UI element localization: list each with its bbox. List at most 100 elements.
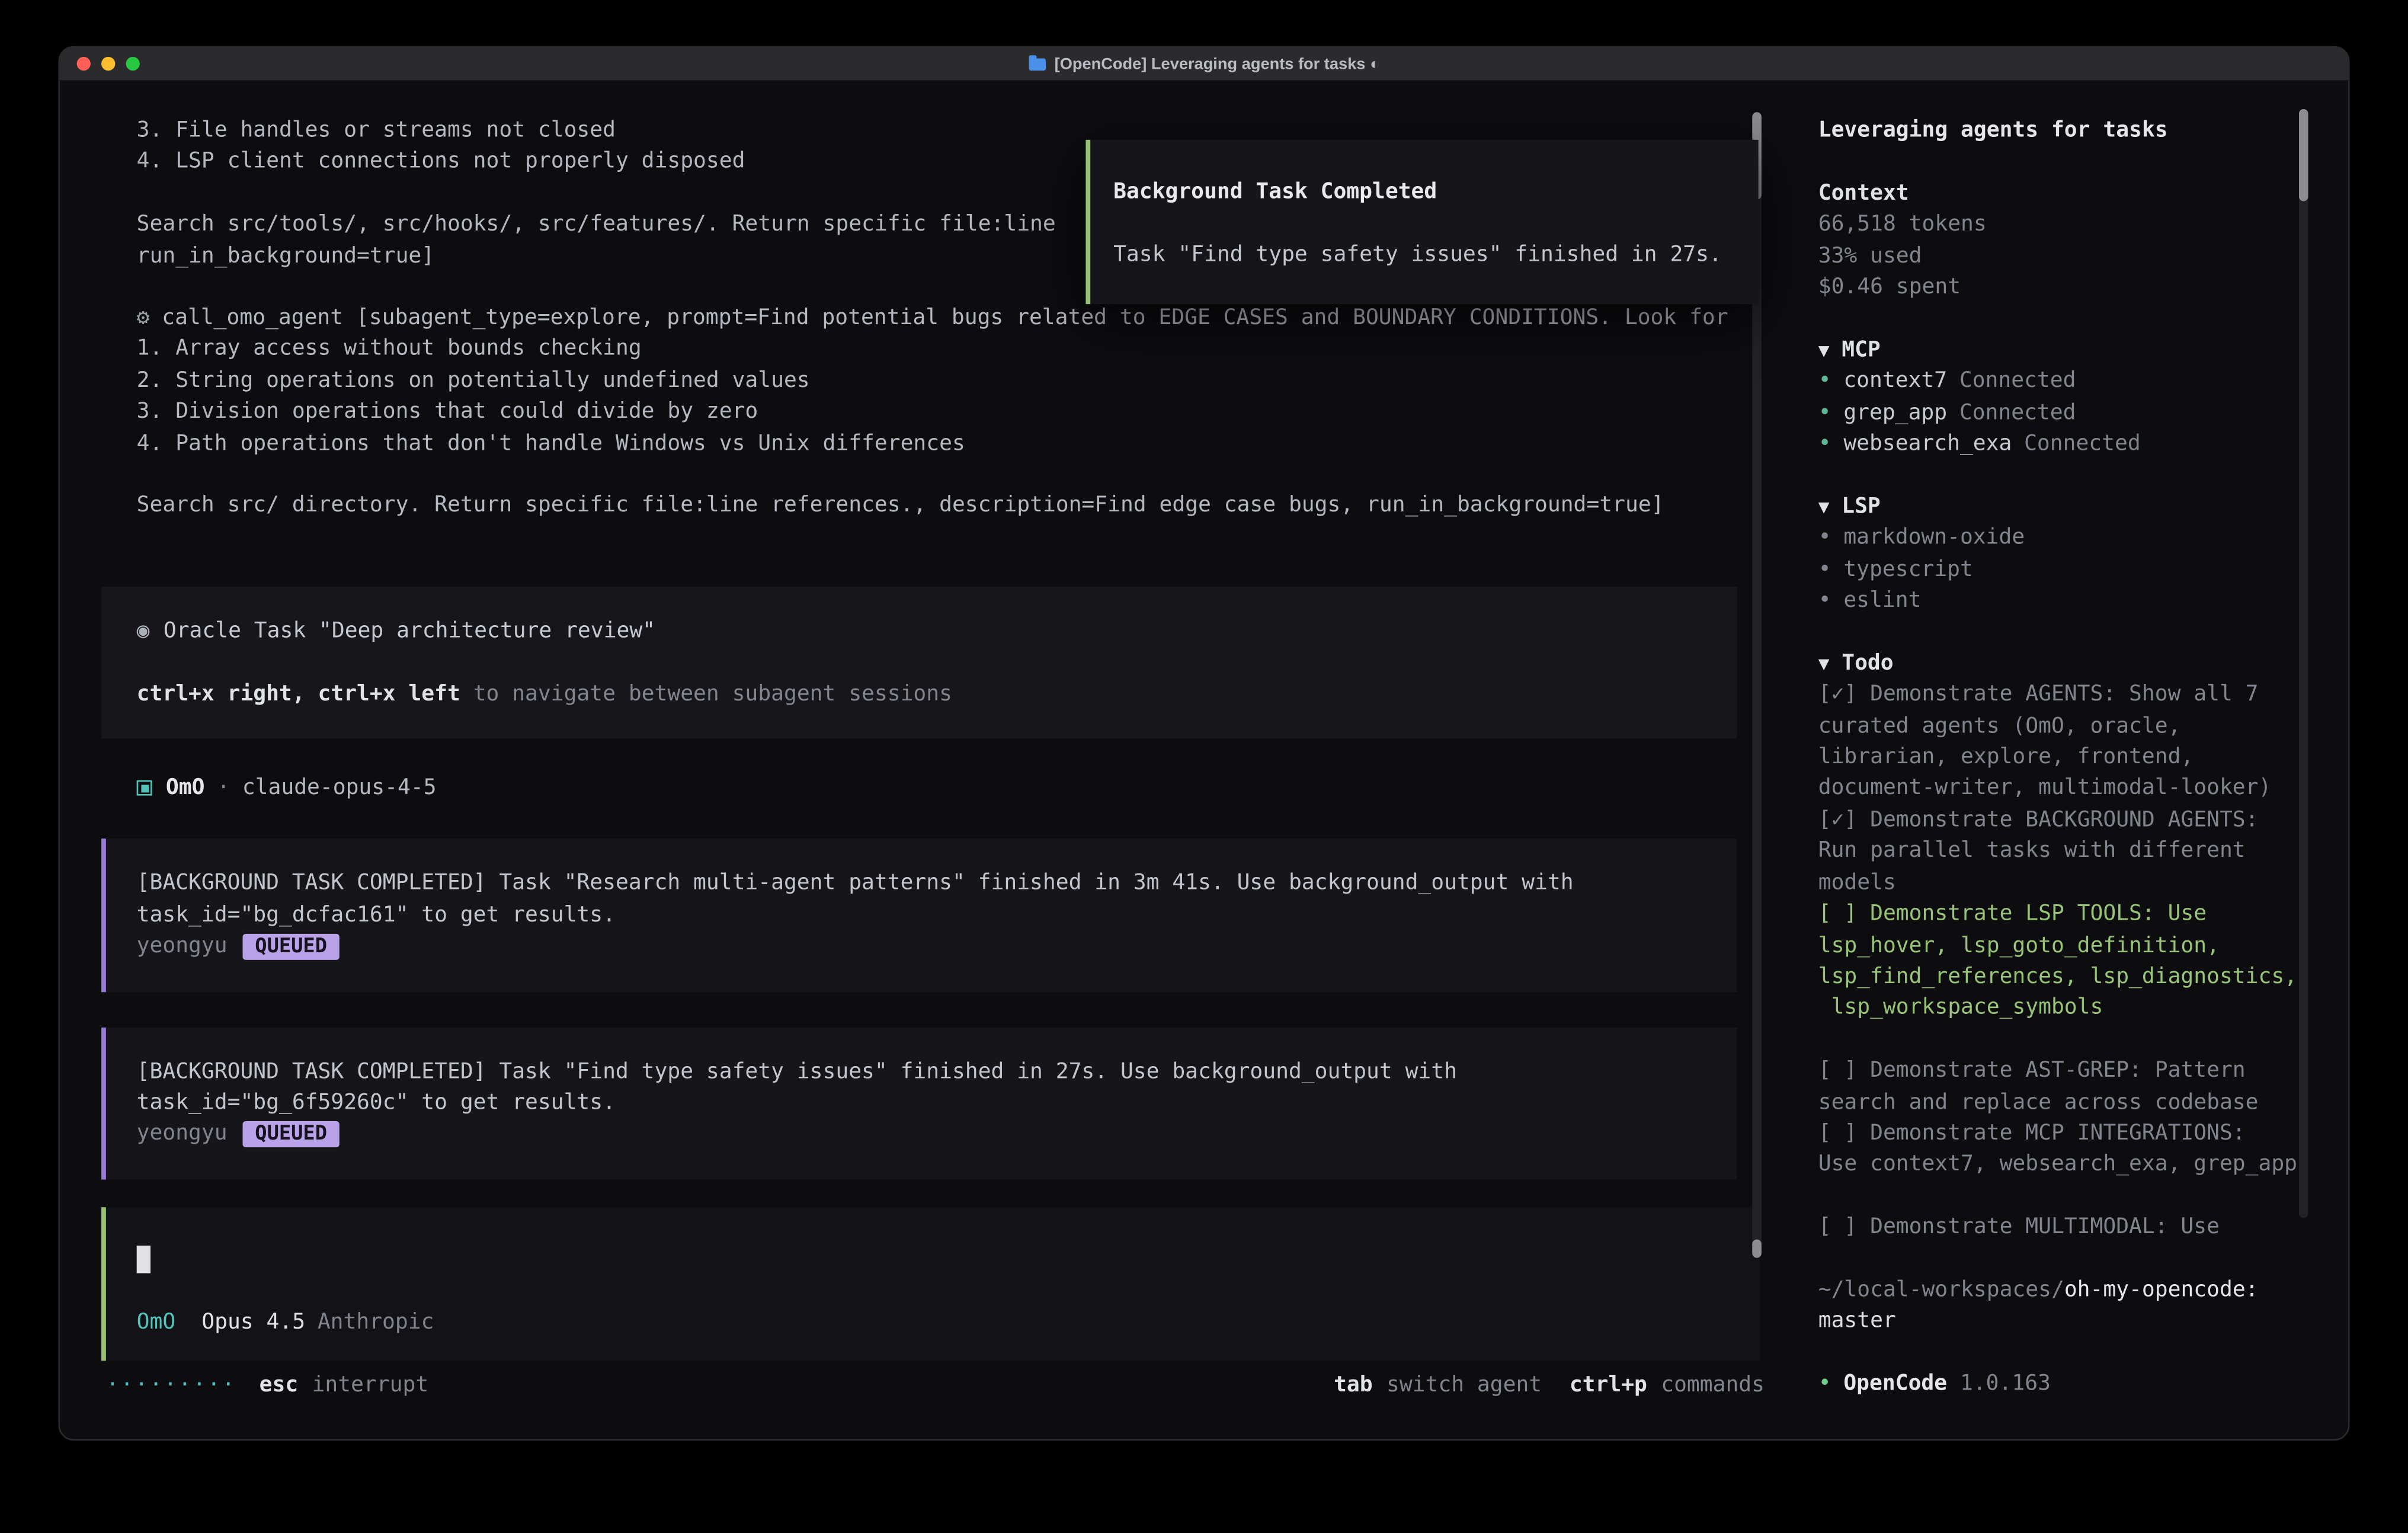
oracle-hint-text: to navigate between subagent sessions: [460, 681, 952, 706]
mcp-item-name: websearch_exa: [1843, 428, 2012, 460]
lsp-item-name: typescript: [1843, 554, 1972, 585]
minimize-window-button[interactable]: [101, 57, 115, 71]
todo-item: [ ] Demonstrate MULTIMODAL: Use: [1818, 1212, 2294, 1243]
terminal-window: [OpenCode] Leveraging agents for tasks ◐…: [58, 46, 2349, 1441]
screen: [OpenCode] Leveraging agents for tasks ◐…: [0, 0, 2408, 1533]
bullet-icon: •: [1818, 397, 1831, 428]
collapse-icon: ▼: [1818, 496, 1830, 517]
prompt-input-line[interactable]: [137, 1244, 1760, 1275]
context-section: Context 66,518 tokens 33% used $0.46 spe…: [1818, 178, 2294, 303]
background-task-toast: Background Task Completed Task "Find typ…: [1085, 140, 1758, 304]
todo-item: [✓] Demonstrate BACKGROUND AGENTS: Run p…: [1818, 805, 2294, 899]
mcp-item-name: grep_app: [1843, 397, 1947, 428]
bullet-icon: •: [1818, 585, 1831, 617]
todo-item: [ ] Demonstrate MCP INTEGRATIONS: Use co…: [1818, 1118, 2294, 1181]
todo-heading[interactable]: ▼ Todo: [1818, 648, 2294, 679]
tool-call-head: call_omo_agent [subagent_type=explore, p…: [162, 306, 1728, 330]
collapse-icon: ▼: [1818, 652, 1830, 674]
oracle-hint: ctrl+x right, ctrl+x left to navigate be…: [137, 679, 1737, 710]
ctrlp-key-hint: ctrl+p: [1570, 1370, 1647, 1401]
input-model-name: Opus 4.5: [201, 1307, 305, 1338]
session-sidebar: Leveraging agents for tasks Context 66,5…: [1818, 81, 2294, 1400]
message-meta: yeongyu QUEUED: [137, 931, 1737, 962]
agent-header: OmO · claude-opus-4-5: [101, 773, 1765, 804]
bullet-icon: •: [1818, 1372, 1831, 1396]
status-bar: ········· esc interrupt tab switch agent…: [101, 1370, 1765, 1401]
lsp-item: • eslint: [1818, 585, 2294, 617]
prompt-input-box[interactable]: OmO Opus 4.5 Anthropic: [101, 1207, 1760, 1361]
terminal-content: 3. File handles or streams not closed 4.…: [60, 81, 2348, 1439]
todo-section: ▼ Todo [✓] Demonstrate AGENTS: Show all 7…: [1818, 648, 2294, 1243]
oracle-icon: ◉: [137, 619, 150, 643]
mcp-item-status: Connected: [1959, 366, 2076, 397]
lsp-heading-label: LSP: [1842, 494, 1881, 519]
todo-item: [✓] Demonstrate AGENTS: Show all 7 curat…: [1818, 679, 2294, 805]
message-meta: yeongyu QUEUED: [137, 1119, 1737, 1150]
bullet-icon: •: [1818, 523, 1831, 554]
agent-model: claude-opus-4-5: [242, 773, 437, 804]
mcp-item: • context7 Connected: [1818, 366, 2294, 397]
input-provider-name: Anthropic: [318, 1307, 434, 1338]
mcp-item-name: context7: [1843, 366, 1947, 397]
mcp-item-status: Connected: [2024, 428, 2141, 460]
status-badge: QUEUED: [243, 934, 340, 960]
session-title: Leveraging agents for tasks: [1818, 115, 2294, 146]
titlebar[interactable]: [OpenCode] Leveraging agents for tasks ◐: [60, 47, 2348, 81]
mcp-heading[interactable]: ▼ MCP: [1818, 335, 2294, 366]
workspace-dir: ~/local-workspaces/: [1818, 1278, 2064, 1302]
mcp-heading-label: MCP: [1842, 338, 1881, 362]
agent-name: OmO: [166, 773, 205, 804]
window-title: [OpenCode] Leveraging agents for tasks ◐: [1055, 55, 1380, 73]
close-window-button[interactable]: [77, 57, 91, 71]
todo-heading-label: Todo: [1842, 651, 1893, 676]
tab-key-label: switch agent: [1386, 1370, 1542, 1401]
text-cursor: [137, 1246, 150, 1273]
mcp-section: ▼ MCP • context7 Connected • grep_app Connect…: [1818, 335, 2294, 460]
status-left: ········· esc interrupt: [106, 1370, 428, 1401]
message-author: yeongyu: [137, 931, 228, 962]
app-version-number: 1.0.163: [1960, 1372, 2051, 1396]
toast-title: Background Task Completed: [1113, 177, 1759, 208]
ctrlp-key-label: commands: [1661, 1370, 1765, 1401]
oracle-task-title: Oracle Task "Deep architecture review": [164, 619, 655, 643]
app-name: OpenCode: [1843, 1372, 1947, 1396]
status-right: tab switch agent ctrl+p commands: [1334, 1370, 1765, 1401]
sidebar-scrollbar-track[interactable]: [2299, 109, 2308, 1218]
workspace-branch: master: [1818, 1309, 1896, 1333]
collapse-icon: ▼: [1818, 339, 1830, 360]
tool-call-body: 1. Array access without bounds checking …: [137, 334, 1765, 522]
oracle-hint-keys: ctrl+x right, ctrl+x left: [137, 681, 460, 706]
zoom-window-button[interactable]: [126, 57, 140, 71]
document-icon: [1029, 57, 1046, 70]
mcp-item: • websearch_exa Connected: [1818, 428, 2294, 460]
context-tokens: 66,518 tokens: [1818, 209, 2294, 241]
esc-key-label: interrupt: [312, 1370, 429, 1401]
tool-call-output: ⚙call_omo_agent [subagent_type=explore, …: [101, 303, 1765, 522]
status-badge: QUEUED: [243, 1121, 340, 1147]
bullet-icon: •: [1818, 428, 1831, 460]
bullet-icon: •: [1818, 366, 1831, 397]
input-meta: OmO Opus 4.5 Anthropic: [137, 1307, 1760, 1338]
lsp-item: • markdown-oxide: [1818, 523, 2294, 554]
esc-key-hint: esc: [260, 1370, 299, 1401]
app-version: • OpenCode 1.0.163: [1818, 1369, 2294, 1400]
lsp-heading[interactable]: ▼ LSP: [1818, 491, 2294, 523]
workspace-repo: oh-my-opencode:: [2064, 1278, 2259, 1302]
mcp-item-status: Connected: [1959, 397, 2076, 428]
input-agent-name: OmO: [137, 1307, 176, 1338]
todo-item-active: [ ] Demonstrate LSP TOOLS: Use lsp_hover…: [1818, 898, 2294, 1024]
lsp-item: • typescript: [1818, 554, 2294, 585]
context-heading: Context: [1818, 178, 2294, 209]
lsp-item-name: markdown-oxide: [1843, 523, 2025, 554]
bullet-icon: •: [1818, 554, 1831, 585]
main-scrollbar-thumb-bottom[interactable]: [1752, 1240, 1762, 1258]
mcp-item: • grep_app Connected: [1818, 397, 2294, 428]
context-used: 33% used: [1818, 241, 2294, 272]
agent-square-icon: [137, 780, 152, 796]
lsp-item-name: eslint: [1843, 585, 1921, 617]
oracle-task-panel: ◉Oracle Task "Deep architecture review" …: [101, 587, 1737, 739]
spinner-dots: ·········: [106, 1370, 236, 1401]
sidebar-scrollbar-thumb[interactable]: [2299, 109, 2308, 201]
window-controls: [77, 47, 140, 79]
message-body: [BACKGROUND TASK COMPLETED] Task "Find t…: [137, 1056, 1737, 1119]
